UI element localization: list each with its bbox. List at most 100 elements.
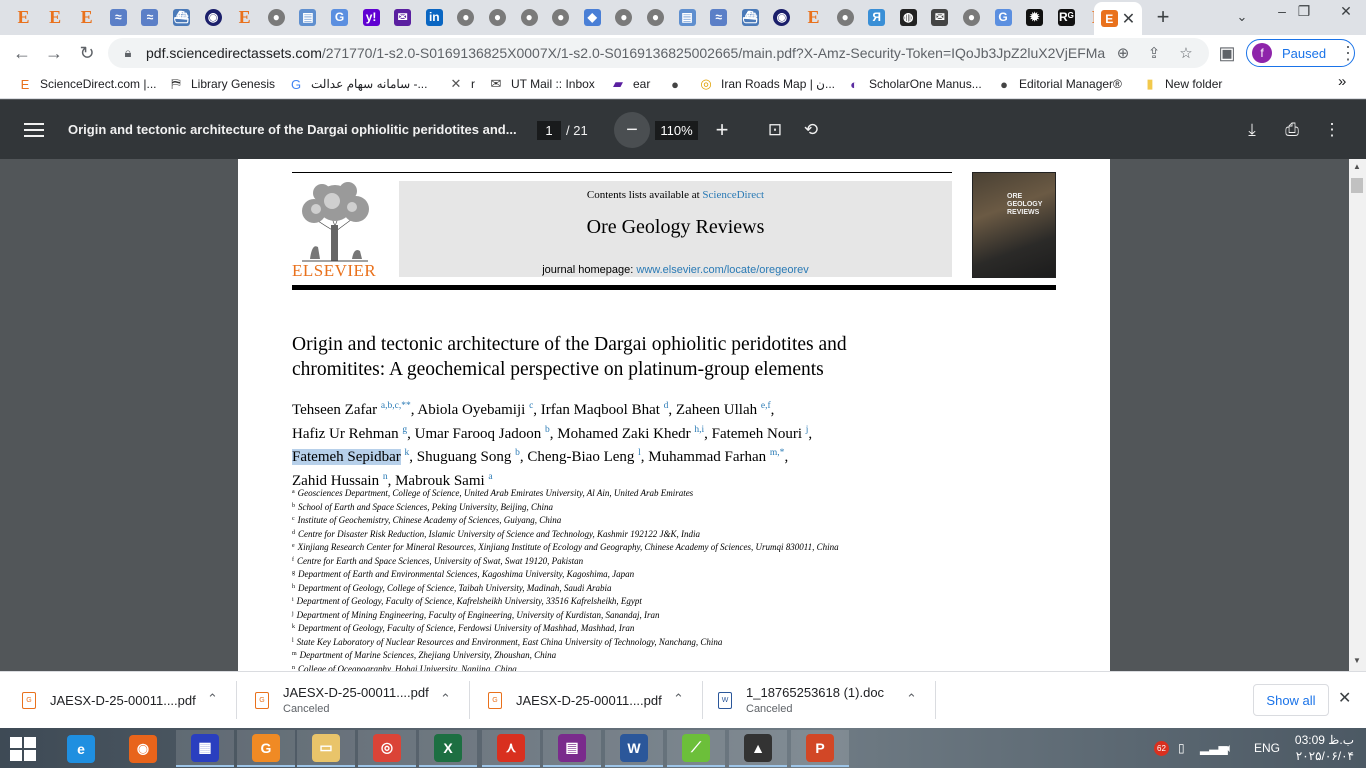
taskbar-app[interactable]: e xyxy=(52,730,110,767)
menu-icon[interactable] xyxy=(22,118,46,142)
network-icon[interactable]: ▂▃▅ xyxy=(1200,741,1228,755)
author-affiliation-marker[interactable]: l xyxy=(638,448,641,458)
browser-tab[interactable]: ✉ xyxy=(387,2,418,32)
browser-tab[interactable]: ◉ xyxy=(198,2,229,32)
browser-tab[interactable]: G xyxy=(324,2,355,32)
maximize-button[interactable]: ❐ xyxy=(1284,0,1324,22)
browser-tab[interactable]: ● xyxy=(830,2,861,32)
browser-tab[interactable]: ⛴ xyxy=(735,2,766,32)
author-affiliation-marker[interactable]: h,i xyxy=(694,425,704,435)
browser-tab[interactable]: ≈ xyxy=(134,2,165,32)
author-affiliation-marker[interactable]: e,f xyxy=(761,401,771,411)
window-close-button[interactable]: ✕ xyxy=(1326,0,1366,22)
language-indicator[interactable]: ENG xyxy=(1254,741,1280,755)
browser-tab[interactable]: ● xyxy=(640,2,671,32)
author-affiliation-marker[interactable]: g xyxy=(402,425,407,435)
browser-tab[interactable]: E xyxy=(40,2,71,32)
browser-tab[interactable]: ● xyxy=(514,2,545,32)
browser-tab[interactable]: in xyxy=(419,2,450,32)
browser-tab[interactable]: Rᴳ xyxy=(1051,2,1082,32)
author-affiliation-marker[interactable]: k xyxy=(404,448,409,458)
scroll-down-arrow[interactable]: ▼ xyxy=(1353,656,1361,665)
author-affiliation-marker[interactable]: a xyxy=(488,472,492,482)
close-shelf-icon[interactable]: ✕ xyxy=(1338,688,1351,708)
author-affiliation-marker[interactable]: j xyxy=(806,425,809,435)
forward-button[interactable]: → xyxy=(40,39,68,67)
bookmark-item[interactable]: ◎ Iran Roads Map | ن... xyxy=(698,76,835,92)
rotate-icon[interactable]: ⟲ xyxy=(798,117,824,143)
taskbar-app[interactable]: ⋏ xyxy=(482,730,540,767)
bookmark-item[interactable]: ⛿ Library Genesis xyxy=(168,76,275,92)
browser-tab[interactable]: ◉ xyxy=(766,2,797,32)
pdf-viewport[interactable]: ELSEVIER Contents lists available at Sci… xyxy=(0,159,1366,671)
share-icon[interactable]: ⇪ xyxy=(1144,43,1164,63)
lock-icon[interactable]: 🔒︎ xyxy=(118,43,138,63)
bookmark-star-icon[interactable]: ☆ xyxy=(1176,43,1196,63)
zoom-in-button[interactable]: + xyxy=(708,115,736,145)
chevron-up-icon[interactable]: ⌃ xyxy=(440,691,451,707)
browser-tab[interactable]: ● xyxy=(482,2,513,32)
download-item[interactable]: W 1_18765253618 (1).doc Canceled xyxy=(718,672,884,728)
chevron-up-icon[interactable]: ⌃ xyxy=(906,691,917,707)
browser-menu-icon[interactable]: ⋮ xyxy=(1334,39,1362,67)
fit-page-icon[interactable]: ⊡ xyxy=(762,117,788,143)
chevron-up-icon[interactable]: ⌃ xyxy=(673,691,684,707)
sciencedirect-link[interactable]: ScienceDirect xyxy=(702,189,764,201)
bookmark-item[interactable]: ● xyxy=(667,76,690,92)
browser-tab[interactable]: ● xyxy=(608,2,639,32)
close-tab-icon[interactable]: ✕ xyxy=(1122,9,1135,29)
taskbar-app[interactable]: ▦ xyxy=(176,730,234,767)
browser-tab[interactable]: E xyxy=(71,2,102,32)
clock[interactable]: ب.ظ 03:09 ۲۰۲۵/۰۶/۰۴ xyxy=(1292,732,1354,764)
browser-tab[interactable]: G xyxy=(988,2,1019,32)
bookmark-item[interactable]: ✕ r xyxy=(448,76,475,92)
browser-tab[interactable]: ● xyxy=(450,2,481,32)
taskbar-app[interactable]: ◉ xyxy=(114,730,172,767)
bookmarks-overflow-button[interactable]: » xyxy=(1338,73,1346,90)
browser-tab[interactable]: ⛴ xyxy=(166,2,197,32)
bookmark-item[interactable]: ● Editorial Manager® xyxy=(996,76,1122,92)
back-button[interactable]: ← xyxy=(8,39,36,67)
new-tab-button[interactable]: + xyxy=(1149,4,1177,30)
browser-tab[interactable]: ✉ xyxy=(924,2,955,32)
browser-tab[interactable]: ◍ xyxy=(893,2,924,32)
address-bar[interactable]: 🔒︎ pdf.sciencedirectassets.com/271770/1-… xyxy=(108,38,1209,68)
vertical-scrollbar[interactable]: ▲ ▼ xyxy=(1349,159,1366,671)
browser-tab[interactable]: E xyxy=(798,2,829,32)
browser-tab[interactable]: ≈ xyxy=(103,2,134,32)
taskbar-app[interactable]: ▭ xyxy=(297,730,355,767)
browser-tab[interactable]: ▤ xyxy=(292,2,323,32)
browser-tab[interactable]: y! xyxy=(356,2,387,32)
scroll-thumb[interactable] xyxy=(1351,178,1363,193)
taskbar-app[interactable]: ◎ xyxy=(358,730,416,767)
browser-tab[interactable]: ▤ xyxy=(672,2,703,32)
more-options-icon[interactable]: ⋮ xyxy=(1319,117,1345,143)
taskbar-app[interactable]: W xyxy=(605,730,663,767)
browser-tab[interactable]: ● xyxy=(545,2,576,32)
taskbar-app[interactable]: G xyxy=(237,730,295,767)
bookmark-item[interactable]: G سامانه سهام عدالت -... xyxy=(288,76,428,92)
author-affiliation-marker[interactable]: n xyxy=(383,472,388,482)
homepage-link[interactable]: www.elsevier.com/locate/oregeorev xyxy=(636,264,808,276)
zoom-icon[interactable]: ⊕ xyxy=(1113,43,1133,63)
browser-tab[interactable]: Я xyxy=(861,2,892,32)
taskbar-app[interactable]: ▤ xyxy=(543,730,601,767)
scroll-up-arrow[interactable]: ▲ xyxy=(1353,162,1361,171)
browser-tab[interactable]: ≈ xyxy=(703,2,734,32)
start-button[interactable] xyxy=(10,737,38,761)
zoom-level-input[interactable]: 110% xyxy=(655,121,698,140)
download-item[interactable]: G JAESX-D-25-00011....pdf xyxy=(22,672,196,728)
browser-tab[interactable]: ● xyxy=(261,2,292,32)
download-item[interactable]: G JAESX-D-25-00011....pdf xyxy=(488,672,662,728)
tray-device-icon[interactable]: ▯ xyxy=(1178,741,1185,755)
author-affiliation-marker[interactable]: b xyxy=(545,425,550,435)
taskbar-app[interactable]: X xyxy=(419,730,477,767)
taskbar-app[interactable]: ⟋ xyxy=(667,730,725,767)
author-affiliation-marker[interactable]: a,b,c,** xyxy=(381,401,411,411)
browser-tab[interactable]: E xyxy=(229,2,260,32)
tray-badge-icon[interactable]: 62 xyxy=(1154,741,1169,756)
bookmark-item[interactable]: ▮ New folder xyxy=(1142,76,1222,92)
print-icon[interactable]: ⎙ xyxy=(1279,117,1305,143)
download-item[interactable]: G JAESX-D-25-00011....pdf Canceled xyxy=(255,672,429,728)
browser-tab[interactable]: ✹ xyxy=(1019,2,1050,32)
